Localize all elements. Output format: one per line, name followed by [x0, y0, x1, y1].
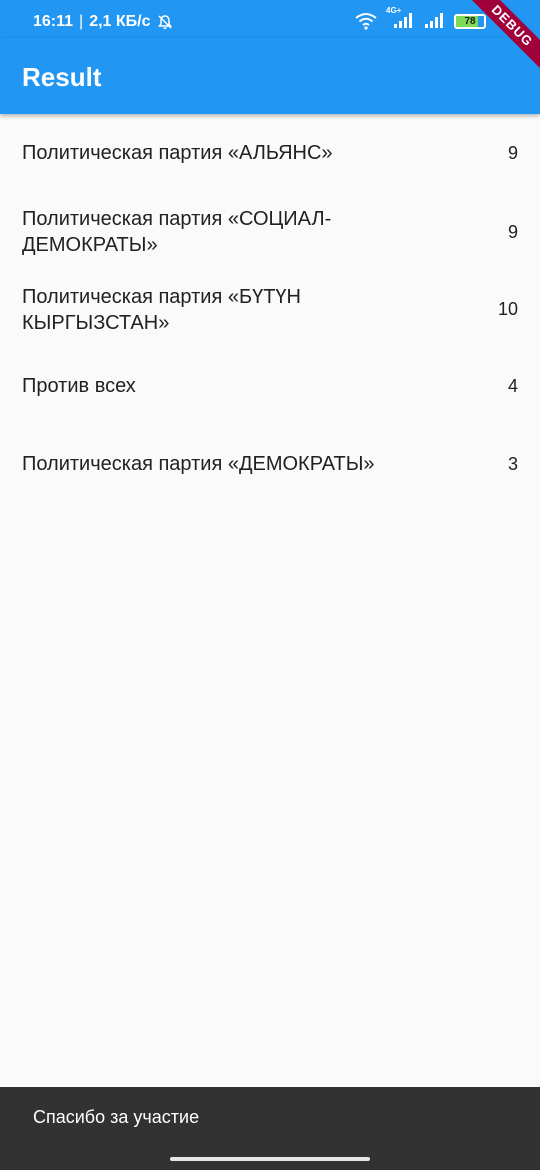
list-item: Политическая партия «АЛЬЯНС» 9: [0, 114, 540, 192]
list-item-count: 4: [507, 375, 518, 396]
home-indicator[interactable]: [170, 1157, 370, 1161]
list-item-label: Политическая партия «ДЕМОКРАТЫ»: [22, 453, 375, 475]
status-time: 16:11: [33, 13, 74, 30]
list-item-count: 9: [507, 221, 518, 242]
signal-icon: [424, 12, 446, 30]
list-item: Политическая партия «БҮТҮН КЫРГЫЗСТАН» 1…: [0, 272, 540, 347]
list-item: Против всех 4: [0, 347, 540, 425]
status-right: 4G+ 78: [354, 6, 486, 30]
mobile-signal-4g-icon: 4G+: [386, 6, 416, 30]
results-list: Политическая партия «АЛЬЯНС» 9 Политичес…: [0, 114, 540, 503]
list-item-count: 10: [497, 299, 518, 319]
list-item: Политическая партия «ДЕМОКРАТЫ» 3: [0, 425, 540, 503]
wifi-icon: [354, 12, 378, 30]
app-bar: Result: [0, 38, 540, 114]
status-network-speed: 2,1 КБ/с: [89, 13, 151, 30]
list-item-label: Против всех: [22, 375, 136, 397]
battery-level: 78: [464, 15, 476, 27]
list-item-label: Политическая партия «АЛЬЯНС»: [22, 142, 333, 164]
list-item-label: Политическая партия «СОЦИАЛ-ДЕМОКРАТЫ»: [22, 208, 332, 256]
status-separator: |: [79, 13, 84, 30]
list-item-label: Политическая партия «БҮТҮН КЫРГЫЗСТАН»: [22, 285, 301, 334]
status-bar: 16:11 | 2,1 КБ/с 4G+ 78: [0, 0, 540, 38]
list-item-count: 9: [507, 142, 518, 163]
mute-bell-icon: [157, 14, 173, 30]
status-left: 16:11 | 2,1 КБ/с: [33, 13, 173, 31]
battery-icon: 78: [454, 13, 486, 29]
network-type-label: 4G+: [386, 6, 402, 15]
page-title: Result: [22, 62, 102, 92]
list-item-count: 3: [507, 453, 518, 474]
list-item: Политическая партия «СОЦИАЛ-ДЕМОКРАТЫ» 9: [0, 192, 540, 272]
snackbar-message: Спасибо за участие: [33, 1107, 200, 1127]
